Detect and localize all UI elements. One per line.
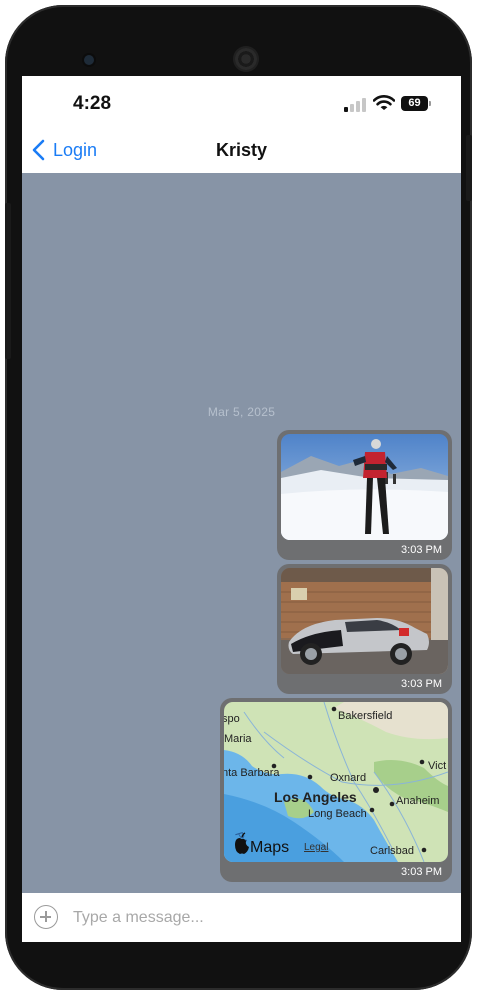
maps-brand: Maps [250, 839, 289, 856]
battery-level: 69 [408, 97, 421, 109]
map-label-carlsbad: Carlsbad [370, 845, 414, 857]
navigation-bar: Login Kristy [22, 126, 461, 173]
map-label-oxnard: Oxnard [330, 772, 366, 784]
message-input[interactable] [73, 905, 443, 931]
map-label-vict: Vict [428, 760, 446, 772]
battery-icon: 69 [401, 96, 428, 111]
earpiece-speaker [235, 48, 257, 70]
ski-photo[interactable] [281, 434, 448, 540]
map-label-anaheim: Anaheim [396, 795, 439, 807]
location-message-map[interactable]: spo Bakersfield Maria Vict nta Barbara O… [220, 698, 452, 882]
status-bar: 4:28 69 [22, 76, 461, 126]
map-label-bakersfield: Bakersfield [338, 710, 392, 722]
car-photo[interactable] [281, 568, 448, 674]
add-attachment-icon[interactable] [34, 905, 58, 929]
map-preview[interactable]: spo Bakersfield Maria Vict nta Barbara O… [224, 702, 448, 862]
map-label-long-beach: Long Beach [308, 808, 367, 820]
image-message-car[interactable]: 3:03 PM [277, 564, 452, 694]
battery-cap [429, 101, 431, 106]
image-message-ski[interactable]: 3:03 PM [277, 430, 452, 560]
front-camera [84, 55, 94, 65]
clock: 4:28 [73, 93, 112, 114]
message-timestamp: 3:03 PM [401, 678, 442, 690]
map-label-maria: Maria [224, 733, 252, 745]
message-composer [22, 893, 461, 942]
screen: 4:28 69 Login Kristy Mar 5, 2025 3:03 PM… [22, 76, 461, 942]
legal-link[interactable]: Legal [304, 842, 328, 853]
conversation-title: Kristy [215, 140, 268, 160]
cellular-signal-icon [344, 98, 366, 112]
message-timestamp: 3:03 PM [401, 866, 442, 878]
message-timestamp: 3:03 PM [401, 544, 442, 556]
map-label-los-angeles: Los Angeles [274, 789, 357, 805]
map-label-santa-barbara: nta Barbara [224, 767, 280, 779]
map-label-spo: spo [224, 713, 240, 725]
wifi-icon [373, 95, 395, 110]
power-button [466, 135, 472, 201]
date-separator: Mar 5, 2025 [207, 405, 276, 419]
volume-button [5, 203, 11, 359]
